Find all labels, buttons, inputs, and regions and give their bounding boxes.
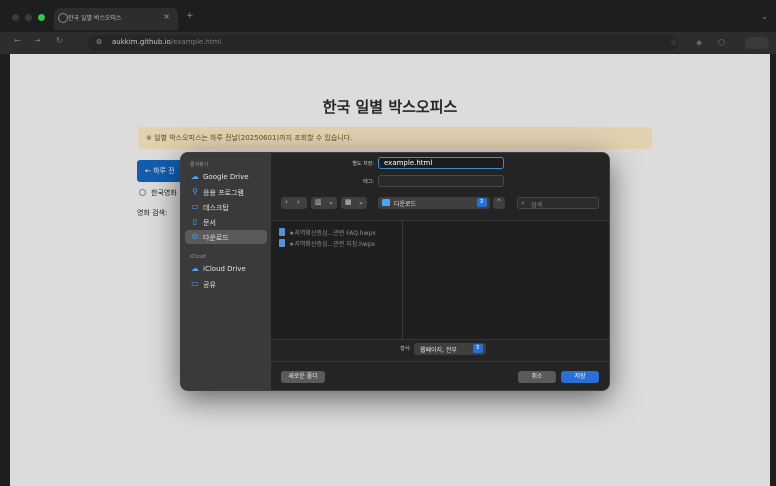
file-name: ★지역확산증심...관련 지침.hwpx xyxy=(289,241,376,248)
chevron-updown-icon: ⇕ xyxy=(475,344,481,351)
format-value: 웹페이지, 전부 xyxy=(420,347,457,354)
url-host: aukkim.github.io xyxy=(112,38,171,46)
format-label: 형식: xyxy=(400,346,411,352)
sidebar-item-label: 데스크탑 xyxy=(203,204,229,212)
location-chevron: ⇕ xyxy=(477,198,487,207)
new-folder-button[interactable]: 새로운 폴더 xyxy=(281,371,325,383)
column-divider[interactable] xyxy=(402,221,403,339)
search-icon: ⌕ xyxy=(521,199,525,207)
reload-button[interactable]: ↻ xyxy=(56,36,63,45)
browser-tab-bar: 한국 일별 박스오피스 × + ⌄ xyxy=(0,0,776,32)
desktop-icon: ▭ xyxy=(191,202,199,211)
file-browser: ★지역확산증심...관련 FAQ.hwpx ★지역확산증심...관련 지침.hw… xyxy=(271,220,609,340)
columns-view-icon: ▥ xyxy=(315,198,322,206)
close-icon[interactable]: × xyxy=(163,12,170,21)
chevron-left-icon[interactable]: ‹ xyxy=(285,198,288,206)
favorites-header: 즐겨찾기 xyxy=(190,162,209,168)
chevron-down-icon: ⌄ xyxy=(358,198,364,206)
window-zoom-button[interactable] xyxy=(38,14,45,21)
icloud-icon: ☁ xyxy=(191,264,199,273)
forward-button[interactable]: → xyxy=(34,36,41,45)
sidebar-item-shared[interactable]: ▭ 공유 xyxy=(185,277,267,291)
chevron-updown-icon: ⇕ xyxy=(479,198,485,205)
sidebar-item-label: iCloud Drive xyxy=(203,265,246,273)
dialog-search[interactable]: ⌕ 검색 xyxy=(517,197,599,209)
expand-button[interactable]: ⌃ xyxy=(493,197,505,209)
back-button[interactable]: ← xyxy=(14,36,21,45)
view-mode-select[interactable]: ▥ ⌄ xyxy=(311,197,337,209)
back-forward-control[interactable]: ‹ › xyxy=(281,197,307,209)
window-close-button[interactable] xyxy=(12,14,19,21)
format-select[interactable]: 웹페이지, 전부 ⇕ xyxy=(414,343,486,355)
downloads-icon: ⊙ xyxy=(191,232,199,241)
browser-toolbar: ← → ↻ ⚙ aukkim.github.io/example.html ☆ … xyxy=(0,32,776,54)
extension-icon[interactable]: ◈ xyxy=(696,38,702,47)
document-icon xyxy=(279,239,285,247)
sidebar-item-label: Google Drive xyxy=(203,173,249,181)
location-select[interactable]: 다운로드 ⇕ xyxy=(378,197,490,209)
footer-divider xyxy=(271,361,609,362)
new-tab-button[interactable]: + xyxy=(186,11,194,21)
address-bar[interactable]: ⚙ aukkim.github.io/example.html xyxy=(88,35,678,51)
window-minimize-button[interactable] xyxy=(25,14,32,21)
site-info-icon[interactable]: ⚙ xyxy=(96,38,102,46)
sidebar-item-label: 다운로드 xyxy=(203,234,229,242)
save-button[interactable]: 저장 xyxy=(561,371,599,383)
globe-icon xyxy=(58,13,68,23)
chevron-down-icon[interactable]: ⌄ xyxy=(761,12,768,21)
save-dialog: 즐겨찾기 ☁ Google Drive ⚲ 응용 프로그램 ▭ 데스크탑 ▯ 문… xyxy=(180,152,610,391)
filename-input[interactable] xyxy=(378,157,504,169)
file-name: ★지역확산증심...관련 FAQ.hwpx xyxy=(289,230,376,237)
chevron-right-icon[interactable]: › xyxy=(297,198,300,206)
save-as-label: 별도 저장: xyxy=(352,161,374,167)
dialog-main: 별도 저장: 태그: ‹ › ▥ ⌄ ▦ ⌄ 다운로드 ⇕ ⌃ ⌕ 검색 xyxy=(271,153,609,390)
profile-button[interactable] xyxy=(745,37,769,49)
chevron-down-icon: ⌄ xyxy=(328,198,334,206)
sidebar-item-label: 응용 프로그램 xyxy=(203,189,244,197)
group-select[interactable]: ▦ ⌄ xyxy=(341,197,367,209)
browser-tab[interactable]: 한국 일별 박스오피스 × xyxy=(54,8,178,30)
url-path: /example.html xyxy=(170,38,222,46)
cancel-button[interactable]: 취소 xyxy=(518,371,556,383)
grid-icon: ▦ xyxy=(345,198,352,206)
dialog-sidebar: 즐겨찾기 ☁ Google Drive ⚲ 응용 프로그램 ▭ 데스크탑 ▯ 문… xyxy=(181,153,271,390)
chevron-up-icon: ⌃ xyxy=(496,198,502,206)
applications-icon: ⚲ xyxy=(192,187,198,196)
url-text: aukkim.github.io/example.html xyxy=(112,38,221,46)
location-label: 다운로드 xyxy=(394,201,417,208)
cloud-drive-icon: ☁ xyxy=(191,172,199,181)
icloud-header: iCloud xyxy=(190,254,206,260)
tags-label: 태그: xyxy=(363,179,374,185)
sidebar-item-label: 공유 xyxy=(203,281,216,289)
document-icon: ▯ xyxy=(192,217,198,226)
search-placeholder: 검색 xyxy=(531,202,543,209)
star-icon[interactable]: ☆ xyxy=(670,38,677,47)
sidebar-item-label: 문서 xyxy=(203,219,216,227)
tab-title: 한국 일별 박스오피스 xyxy=(68,15,122,22)
sidebar-item-downloads[interactable]: ⊙ 다운로드 xyxy=(185,230,267,244)
shield-icon[interactable]: ⬡ xyxy=(718,38,725,47)
sidebar-item-documents[interactable]: ▯ 문서 xyxy=(185,215,267,229)
sidebar-item-desktop[interactable]: ▭ 데스크탑 xyxy=(185,200,267,214)
folder-icon xyxy=(382,199,390,206)
shared-folder-icon: ▭ xyxy=(191,279,199,288)
format-chevron: ⇕ xyxy=(473,344,483,353)
tags-input[interactable] xyxy=(378,175,504,187)
sidebar-item-google-drive[interactable]: ☁ Google Drive xyxy=(185,170,267,184)
document-icon xyxy=(279,228,285,236)
sidebar-item-icloud-drive[interactable]: ☁ iCloud Drive xyxy=(185,262,267,276)
sidebar-item-applications[interactable]: ⚲ 응용 프로그램 xyxy=(185,185,267,199)
